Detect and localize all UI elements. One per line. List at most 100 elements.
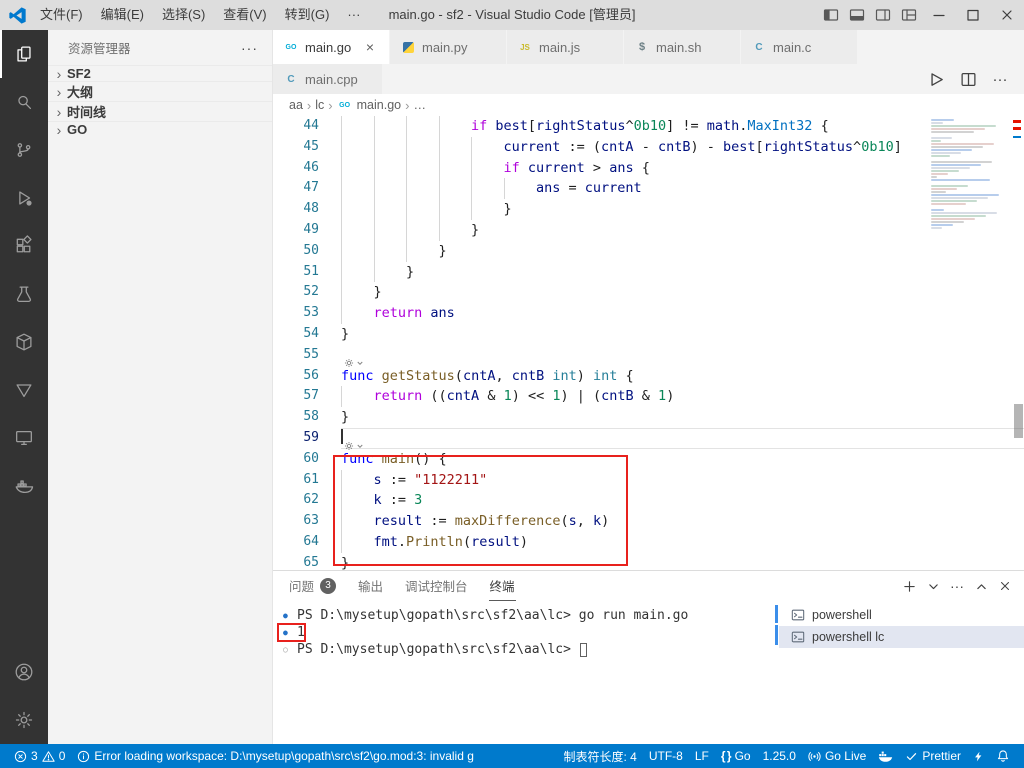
menu-item-0[interactable]: 文件(F) [31,0,92,30]
code-line-65[interactable]: 65} [273,553,1024,570]
status-prettier[interactable]: Prettier [899,744,967,768]
status-feedback[interactable] [967,744,990,768]
status-notifications[interactable] [990,744,1016,768]
sidebar-section-go[interactable]: › GO [48,121,272,137]
tab-main-cpp[interactable]: Cmain.cpp [273,64,383,94]
close-icon[interactable]: × [361,38,379,56]
code-line-45[interactable]: 45 current := (cntA - cntB) - best[rightS… [273,136,1024,158]
activity-bar-item-extensions[interactable] [0,222,48,270]
scrollbar-thumb[interactable] [1014,404,1023,438]
toggle-panel-icon[interactable] [844,0,870,30]
code-line-51[interactable]: 51} [273,261,1024,283]
activity-bar-item-docker[interactable] [0,462,48,510]
status-tab-size[interactable]: 制表符长度: 4 [558,744,643,768]
new-terminal-icon[interactable] [898,575,920,597]
menu-item-1[interactable]: 编辑(E) [92,0,153,30]
sidebar-section-timeline[interactable]: › 时间线 [48,101,272,121]
terminal[interactable]: ● PS D:\mysetup\gopath\src\sf2\aa\lc> go … [273,601,779,744]
activity-bar-item-search[interactable] [0,78,48,126]
panel-tab-problems[interactable]: 问题 3 [288,571,337,601]
tab-main-py[interactable]: main.py [390,30,507,64]
tab-main-js[interactable]: JS main.js [507,30,624,64]
toggle-sidebar-icon[interactable] [818,0,844,30]
activity-bar-item-explorer[interactable] [0,30,48,78]
activity-bar-item-live-server[interactable] [0,414,48,462]
more-actions-icon[interactable]: ··· [241,40,258,56]
run-gear-icon[interactable] [343,356,364,370]
sidebar-section-outline[interactable]: › 大纲 [48,81,272,101]
run-gear-icon[interactable] [343,439,364,453]
breadcrumb-item-3[interactable]: … [413,98,426,112]
activity-bar-item-testing[interactable] [0,270,48,318]
status-go-version[interactable]: 1.25.0 [757,744,802,768]
code-line-54[interactable]: 54} [273,324,1024,345]
status-language-mode[interactable]: { } Go [715,744,757,768]
code-line-60[interactable]: 60 func main() { [273,449,1024,470]
code-line-49[interactable]: 49} [273,219,1024,241]
close-panel-icon[interactable] [994,575,1016,597]
code-editor[interactable]: 44 if best[rightStatus^0b10] != math.MaxI… [273,116,1024,570]
status-go-live[interactable]: Go Live [802,744,872,768]
code-line-61[interactable]: 61 s := "1122211" [273,469,1024,491]
activity-bar-item-run-debug[interactable] [0,174,48,222]
command-decoration-icon[interactable]: ○ [283,645,297,654]
activity-bar-item-source-control[interactable] [0,126,48,174]
code-line-56[interactable]: 56 func getStatus(cntA, cntB int) int { [273,366,1024,387]
menu-item-4[interactable]: 转到(G) [276,0,339,30]
terminal-profile-dropdown-icon[interactable] [922,575,944,597]
minimap[interactable] [931,119,1009,232]
code-line-62[interactable]: 62 k := 3 [273,490,1024,512]
breadcrumb-item-2[interactable]: GO main.go [337,97,401,113]
status-eol[interactable]: LF [689,744,715,768]
minimize-button[interactable] [922,0,956,30]
code-line-53[interactable]: 53 return ans [273,303,1024,324]
activity-bar-item-package[interactable] [0,318,48,366]
breadcrumb-item-0[interactable]: aa [289,98,303,112]
status-docker[interactable] [872,744,899,768]
panel-tab-debug-console[interactable]: 调试控制台 [404,571,469,601]
split-editor-button[interactable] [956,67,980,91]
menu-item-3[interactable]: 查看(V) [214,0,275,30]
activity-bar-item-funnel[interactable] [0,366,48,414]
code-line-52[interactable]: 52} [273,282,1024,304]
code-line-47[interactable]: 47 ans = current [273,178,1024,200]
terminal-list-item-0[interactable]: powershell [779,604,1024,626]
toggle-secondary-sidebar-icon[interactable] [870,0,896,30]
code-line-63[interactable]: 63 result := maxDifference(s, k) [273,511,1024,532]
code-line-64[interactable]: 64 fmt.Println(result) [273,531,1024,553]
customize-layout-icon[interactable] [896,0,922,30]
status-problems[interactable]: 30 [8,744,71,768]
terminal-list-item-1[interactable]: powershell lc [779,626,1024,648]
more-actions-icon[interactable]: ··· [946,575,968,597]
maximize-button[interactable] [956,0,990,30]
tab-main-go[interactable]: GO main.go × [273,30,390,64]
maximize-panel-icon[interactable] [970,575,992,597]
tab-main-c[interactable]: Cmain.c [741,30,858,64]
status-encoding[interactable]: UTF-8 [643,744,689,768]
panel-tab-output[interactable]: 输出 [357,571,384,601]
activity-bar-item-accounts[interactable] [0,648,48,696]
breadcrumb-item-1[interactable]: lc [315,98,324,112]
status-workspace-error[interactable]: Error loading workspace: D:\mysetup\gopa… [71,744,480,768]
menu-item-5[interactable]: ··· [338,0,369,30]
code-line-44[interactable]: 44 if best[rightStatus^0b10] != math.MaxI… [273,116,1024,137]
code-line-55[interactable]: 55 [273,345,1024,366]
code-line-50[interactable]: 50} [273,240,1024,262]
run-button[interactable] [924,67,948,91]
code-line-59[interactable]: 59 [273,428,1024,449]
tab-main-sh[interactable]: $ main.sh [624,30,741,64]
command-decoration-icon[interactable]: ● [283,611,297,620]
code-line-48[interactable]: 48} [273,199,1024,220]
close-button[interactable] [990,0,1024,30]
panel-tab-terminal[interactable]: 终端 [488,571,516,601]
token: current [503,138,561,155]
code-line-58[interactable]: 58} [273,407,1024,428]
sidebar-section-sf2[interactable]: › SF2 [48,65,272,81]
menu-item-2[interactable]: 选择(S) [153,0,214,30]
code-line-57[interactable]: 57 return ((cntA & 1) << 1) | (cntB & 1) [273,386,1024,408]
more-actions-icon[interactable]: ··· [988,67,1012,91]
overview-ruler[interactable] [1010,116,1024,570]
code-line-46[interactable]: 46 if current > ans { [273,157,1024,179]
command-decoration-icon[interactable]: ● [283,628,297,637]
activity-bar-item-settings[interactable] [0,696,48,744]
